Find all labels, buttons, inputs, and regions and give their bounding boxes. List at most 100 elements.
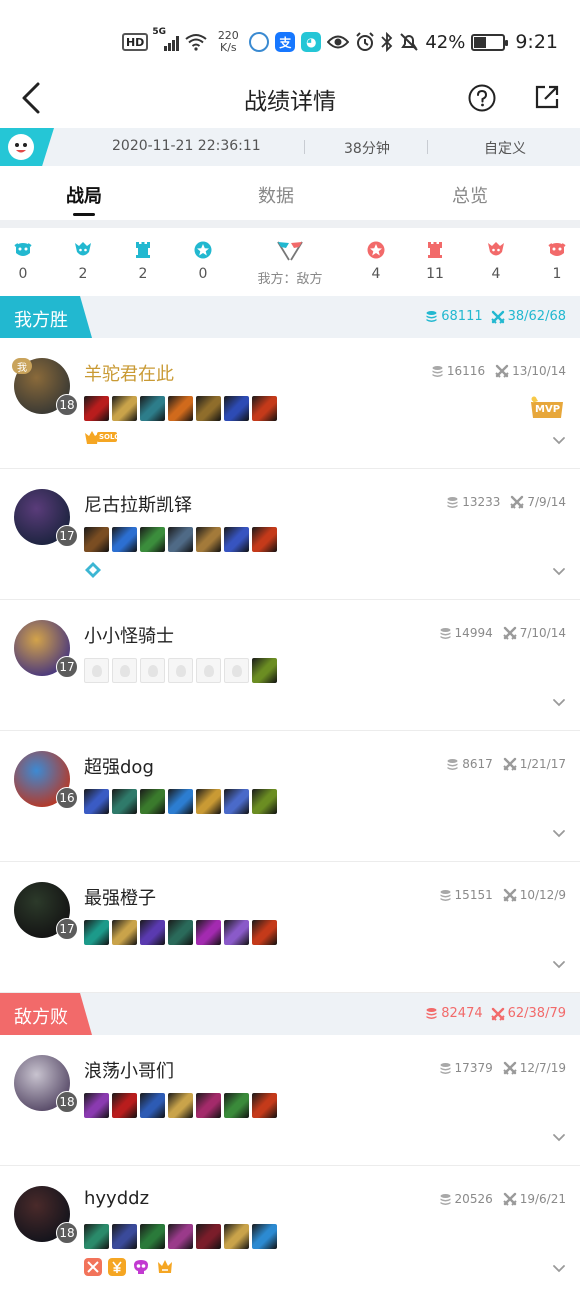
chevron-down-icon[interactable] (552, 436, 566, 446)
item-icon[interactable] (84, 1093, 109, 1118)
item-icon[interactable] (84, 396, 109, 421)
item-icon[interactable] (112, 1224, 137, 1249)
versus-flags: 我方：敌方 (244, 240, 336, 287)
player-kda-value: 12/7/19 (519, 1061, 566, 1075)
player-gold-value: 15151 (454, 888, 493, 902)
player-gold: 14994 (439, 626, 493, 640)
player-kda-value: 7/9/14 (527, 495, 566, 509)
item-icon[interactable] (112, 396, 137, 421)
player-kda-value: 1/21/17 (519, 757, 566, 771)
empty-item-slot[interactable] (196, 658, 221, 683)
alipay-icon: 支 (275, 32, 296, 52)
tab-data[interactable]: 数据 (216, 182, 336, 208)
player-row[interactable]: 17 尼古拉斯凯铎 13233 7/9/14 (0, 469, 580, 600)
chevron-down-icon[interactable] (552, 1264, 566, 1274)
item-icon[interactable] (168, 1224, 193, 1249)
player-row[interactable]: 16 超强dog 8617 1/21/17 (0, 731, 580, 862)
player-name: 小小怪骑士 (84, 626, 174, 647)
item-icon[interactable] (112, 527, 137, 552)
item-icon[interactable] (252, 527, 277, 552)
help-icon[interactable] (468, 84, 496, 112)
item-icon[interactable] (140, 789, 165, 814)
item-icon[interactable] (168, 920, 193, 945)
item-icon[interactable] (112, 789, 137, 814)
player-row[interactable]: 18 hyyddz 20526 19/6/21 (0, 1166, 580, 1289)
empty-item-slot[interactable] (140, 658, 165, 683)
champion-level: 18 (56, 394, 78, 416)
item-slots (84, 396, 277, 421)
chevron-down-icon[interactable] (552, 960, 566, 970)
achievement-tags (84, 1258, 174, 1276)
tower-icon (425, 240, 445, 260)
clock: 9:21 (515, 31, 558, 53)
item-icon[interactable] (168, 527, 193, 552)
objective-count: 4 (371, 266, 381, 282)
player-name: 最强橙子 (84, 888, 156, 909)
item-icon[interactable] (224, 396, 249, 421)
item-icon[interactable] (252, 1093, 277, 1118)
hd-indicator: HD (121, 33, 149, 51)
empty-item-slot[interactable] (84, 658, 109, 683)
empty-item-slot[interactable] (168, 658, 193, 683)
swords-icon (490, 310, 505, 324)
chevron-down-icon[interactable] (552, 1133, 566, 1143)
item-icon[interactable] (224, 1224, 249, 1249)
item-icon[interactable] (140, 1093, 165, 1118)
item-icon[interactable] (196, 920, 221, 945)
item-icon[interactable] (252, 920, 277, 945)
theirs-objective-dragon: 4 (476, 240, 516, 282)
item-icon[interactable] (252, 658, 277, 683)
item-icon[interactable] (112, 920, 137, 945)
item-icon[interactable] (224, 789, 249, 814)
player-row[interactable]: 18 浪荡小哥们 17379 12/7/19 (0, 1035, 580, 1166)
item-icon[interactable] (140, 1224, 165, 1249)
item-icon[interactable] (196, 789, 221, 814)
item-icon[interactable] (252, 789, 277, 814)
item-icon[interactable] (84, 920, 109, 945)
section-divider (0, 220, 580, 228)
status-bar: HD 5G 220 K/s 支 ◕ 42% 9:21 (0, 0, 580, 70)
empty-item-slot[interactable] (112, 658, 137, 683)
separator (304, 140, 305, 154)
item-icon[interactable] (168, 789, 193, 814)
chevron-down-icon[interactable] (552, 829, 566, 839)
item-icon[interactable] (252, 396, 277, 421)
item-icon[interactable] (196, 396, 221, 421)
tab-battle[interactable]: 战局 (24, 182, 144, 208)
player-row[interactable]: 17 小小怪骑士 14994 7/10/14 (0, 600, 580, 731)
share-icon[interactable] (534, 84, 560, 110)
match-info-bar: 2020-11-21 22:36:11 38分钟 自定义 (0, 128, 580, 166)
empty-item-slot[interactable] (224, 658, 249, 683)
player-kda: 10/12/9 (503, 888, 566, 902)
chevron-down-icon[interactable] (552, 698, 566, 708)
item-slots (84, 1093, 277, 1118)
champion-level: 18 (56, 1091, 78, 1113)
champion-level: 18 (56, 1222, 78, 1244)
gold-icon (431, 365, 444, 378)
item-icon[interactable] (224, 1093, 249, 1118)
player-row[interactable]: 我 18 羊驼君在此 16116 13/10/14 SOLO MVP (0, 338, 580, 469)
item-icon[interactable] (140, 527, 165, 552)
theirs-objective-baron: 1 (537, 240, 577, 282)
item-icon[interactable] (196, 1093, 221, 1118)
item-icon[interactable] (84, 789, 109, 814)
item-icon[interactable] (252, 1224, 277, 1249)
player-stats: 13233 7/9/14 (446, 495, 566, 509)
gold-icon (439, 627, 452, 640)
item-icon[interactable] (84, 1224, 109, 1249)
item-icon[interactable] (224, 920, 249, 945)
item-icon[interactable] (112, 1093, 137, 1118)
item-icon[interactable] (168, 1093, 193, 1118)
player-row[interactable]: 17 最强橙子 15151 10/12/9 (0, 862, 580, 993)
item-icon[interactable] (84, 527, 109, 552)
yuan-tag-icon (108, 1258, 126, 1276)
item-icon[interactable] (224, 527, 249, 552)
tab-overview[interactable]: 总览 (410, 182, 530, 208)
ours-objective-tower: 2 (123, 240, 163, 282)
chevron-down-icon[interactable] (552, 567, 566, 577)
item-icon[interactable] (140, 396, 165, 421)
item-icon[interactable] (140, 920, 165, 945)
item-icon[interactable] (196, 1224, 221, 1249)
item-icon[interactable] (168, 396, 193, 421)
item-icon[interactable] (196, 527, 221, 552)
